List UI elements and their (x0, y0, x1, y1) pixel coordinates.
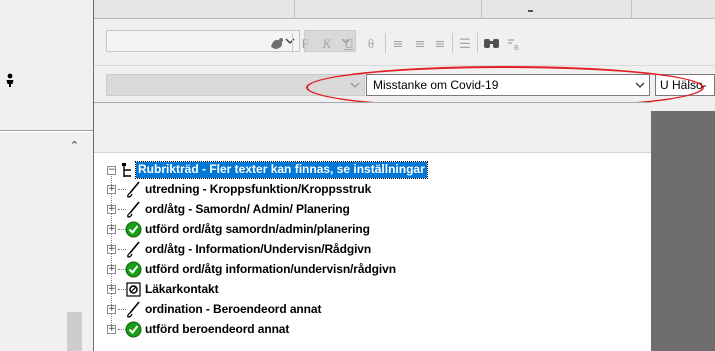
tree-item-label[interactable]: ord/åtg - Information/Undervisn/Rådgivn (145, 242, 371, 256)
expand-icon[interactable]: + (107, 265, 116, 274)
tree-item-label[interactable]: Läkarkontakt (145, 282, 219, 296)
tree-item[interactable]: + ord/åtg - Information/Undervisn/Rådgivn (94, 240, 651, 259)
toolbar-separator (477, 33, 478, 53)
pen-icon (125, 181, 142, 198)
tree-header-area (94, 103, 651, 153)
pen-icon (125, 201, 142, 218)
replace-icon[interactable]: B (505, 35, 523, 53)
pen-icon (125, 301, 142, 318)
expand-icon[interactable]: + (107, 285, 116, 294)
tree-item[interactable]: + Läkarkontakt (94, 280, 651, 299)
toolbar-separator (452, 33, 453, 53)
bullet-list-icon[interactable]: ☰ (457, 35, 473, 53)
check-circle-icon (125, 221, 142, 238)
tree-item-label[interactable]: utförd ord/åtg information/undervisn/råd… (145, 262, 396, 276)
top-tab-1[interactable] (94, 0, 295, 19)
tree-item[interactable]: + ordination - Beroendeord annat (94, 300, 651, 319)
term-combo[interactable]: Misstanke om Covid-19 (366, 74, 650, 96)
tree-root-row[interactable]: − Rubrikträd - Fler texter kan finnas, s… (94, 161, 651, 180)
expand-icon[interactable]: + (107, 305, 116, 314)
preview-panel (651, 103, 715, 351)
bold-icon[interactable]: F (298, 35, 312, 53)
align-center-icon[interactable]: ≡ (412, 35, 428, 53)
tree-item[interactable]: + utförd beroendeord annat (94, 320, 651, 339)
unit-combo-value: U Hälso- (660, 78, 707, 92)
tree-pane[interactable]: − Rubrikträd - Fler texter kan finnas, s… (94, 103, 651, 351)
toolbar-separator (292, 33, 293, 53)
top-strip (94, 0, 715, 19)
tree-item-label[interactable]: ordination - Beroendeord annat (145, 302, 321, 316)
tree-item[interactable]: + utförd ord/åtg samordn/admin/planering (94, 220, 651, 239)
tree-root-label[interactable]: Rubrikträd - Fler texter kan finnas, se … (135, 161, 428, 179)
underline-icon[interactable]: U (342, 35, 356, 53)
tree-item[interactable]: + utförd ord/åtg information/undervisn/rå… (94, 260, 651, 279)
tab-marker (528, 10, 533, 12)
italic-icon[interactable]: K (320, 35, 334, 53)
collapse-icon[interactable]: − (107, 166, 116, 175)
unit-combo[interactable]: U Hälso- (655, 74, 715, 96)
expand-icon[interactable]: + (107, 325, 116, 334)
expand-icon[interactable]: + (107, 185, 116, 194)
tree-structure-icon (122, 163, 131, 177)
svg-text:B: B (514, 44, 519, 51)
contact-icon (125, 281, 142, 298)
align-left-icon[interactable]: ≡ (390, 35, 406, 53)
template-icon[interactable] (268, 35, 286, 53)
top-tab-3[interactable] (482, 0, 632, 19)
left-scrollbar[interactable]: ⌃ (65, 137, 84, 351)
scrollbar-thumb[interactable] (67, 312, 82, 351)
preview-panel-header (651, 103, 715, 111)
selection-toolbar: Misstanke om Covid-19 U Hälso- (94, 67, 715, 103)
chevron-down-icon[interactable] (634, 79, 646, 91)
tree-item[interactable]: + ord/åtg - Samordn/ Admin/ Planering (94, 200, 651, 219)
person-icon[interactable] (5, 73, 15, 87)
expand-icon[interactable]: + (107, 245, 116, 254)
tree-item-label[interactable]: ord/åtg - Samordn/ Admin/ Planering (145, 202, 350, 216)
find-icon[interactable] (482, 35, 502, 53)
left-divider (0, 130, 93, 132)
tree-item-label[interactable]: utförd ord/åtg samordn/admin/planering (145, 222, 370, 236)
tree-item-label[interactable]: utförd beroendeord annat (145, 322, 289, 336)
align-right-icon[interactable]: ≡ (432, 35, 448, 53)
pen-icon (125, 241, 142, 258)
scroll-up-icon[interactable]: ⌃ (65, 137, 84, 154)
toolbar-separator (385, 33, 386, 53)
top-tab-2[interactable] (295, 0, 482, 19)
strikethrough-icon[interactable]: θ (364, 35, 378, 53)
expand-icon[interactable]: + (107, 205, 116, 214)
term-combo-value: Misstanke om Covid-19 (373, 78, 499, 92)
tree-item[interactable]: + utredning - Kroppsfunktion/Kroppsstruk (94, 180, 651, 199)
check-circle-icon (125, 321, 142, 338)
tree-item-label[interactable]: utredning - Kroppsfunktion/Kroppsstruk (145, 182, 371, 196)
chevron-down-icon (350, 82, 360, 88)
category-combo[interactable] (106, 74, 365, 96)
expand-icon[interactable]: + (107, 225, 116, 234)
check-circle-icon (125, 261, 142, 278)
left-pane: ⌃ (0, 0, 93, 351)
